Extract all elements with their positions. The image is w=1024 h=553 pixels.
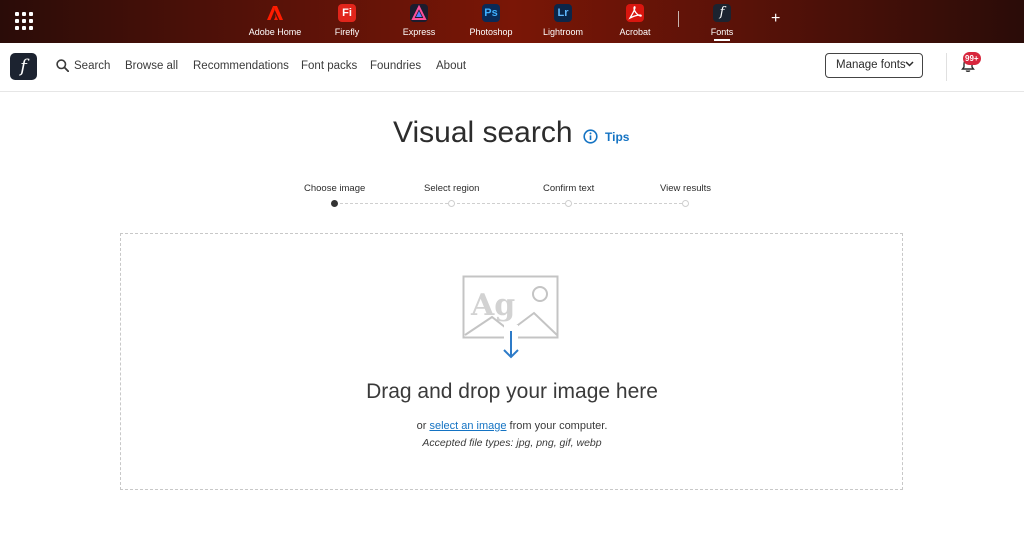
accepted-file-types: Accepted file types: jpg, png, gif, webp xyxy=(422,437,602,449)
fonts-nav-bar: f Search Browse all Recommendations Font… xyxy=(0,43,1024,92)
app-photoshop[interactable]: Ps Photoshop xyxy=(456,4,526,40)
image-drop-zone[interactable] xyxy=(120,233,903,490)
drop-suffix: from your computer. xyxy=(506,420,608,432)
nav-font-packs[interactable]: Font packs xyxy=(301,60,357,72)
step-connector xyxy=(574,203,682,204)
notification-badge: 99+ xyxy=(963,52,981,65)
lightroom-icon: Lr xyxy=(554,4,572,22)
step-label-choose-image: Choose image xyxy=(304,183,366,194)
drop-title: Drag and drop your image here xyxy=(366,380,658,403)
step-connector xyxy=(457,203,565,204)
info-icon[interactable] xyxy=(583,129,598,144)
app-adobe-home[interactable]: Adobe Home xyxy=(240,4,310,40)
app-acrobat[interactable]: Acrobat xyxy=(600,4,670,40)
photoshop-icon: Ps xyxy=(482,4,500,22)
nav-recommendations[interactable]: Recommendations xyxy=(193,60,289,72)
drop-instructions: or select an image from your computer. xyxy=(0,420,1024,432)
manage-fonts-label: Manage fonts xyxy=(836,59,906,71)
firefly-icon: Fi xyxy=(338,4,356,22)
search-icon[interactable] xyxy=(56,59,69,72)
step-dot-confirm-text xyxy=(565,200,572,207)
chevron-down-icon xyxy=(905,61,914,67)
add-app-icon[interactable]: + xyxy=(771,9,780,29)
drop-prefix: or xyxy=(416,420,430,432)
app-label: Lightroom xyxy=(542,27,584,37)
app-switcher-icon[interactable] xyxy=(15,12,33,30)
step-dot-choose-image xyxy=(331,200,338,207)
fonts-icon: f xyxy=(713,4,731,22)
app-firefly[interactable]: Fi Firefly xyxy=(312,4,382,40)
app-fonts[interactable]: f Fonts xyxy=(687,4,757,40)
app-express[interactable]: Express xyxy=(384,4,454,40)
manage-fonts-button[interactable]: Manage fonts xyxy=(825,53,923,78)
step-label-view-results: View results xyxy=(660,183,712,194)
page-title: Visual search xyxy=(393,116,573,149)
step-label-select-region: Select region xyxy=(424,183,480,194)
app-label: Fonts xyxy=(687,27,757,41)
adobe-logo-icon xyxy=(266,4,284,22)
adobe-app-bar: Adobe Home Fi Firefly Express Ps Photosh… xyxy=(0,0,1024,43)
step-label-confirm-text: Confirm text xyxy=(543,183,595,194)
app-lightroom[interactable]: Lr Lightroom xyxy=(528,4,598,40)
acrobat-icon xyxy=(626,4,644,22)
app-label: Express xyxy=(402,27,436,37)
step-dot-select-region xyxy=(448,200,455,207)
express-icon xyxy=(410,4,428,22)
app-label: Firefly xyxy=(334,27,360,37)
nav-browse-all[interactable]: Browse all xyxy=(125,60,178,72)
nav-separator xyxy=(946,53,947,81)
nav-about[interactable]: About xyxy=(436,60,466,72)
image-upload-icon: Ag xyxy=(462,275,559,359)
adobe-fonts-logo[interactable]: f xyxy=(10,53,37,80)
tips-link[interactable]: Tips xyxy=(605,130,629,144)
appbar-divider xyxy=(678,11,679,27)
select-image-link[interactable]: select an image xyxy=(429,420,506,432)
app-label: Adobe Home xyxy=(248,27,302,37)
app-label: Photoshop xyxy=(469,27,513,37)
step-connector xyxy=(340,203,448,204)
nav-search[interactable]: Search xyxy=(74,60,110,72)
app-label: Acrobat xyxy=(619,27,651,37)
nav-foundries[interactable]: Foundries xyxy=(370,60,421,72)
step-dot-view-results xyxy=(682,200,689,207)
